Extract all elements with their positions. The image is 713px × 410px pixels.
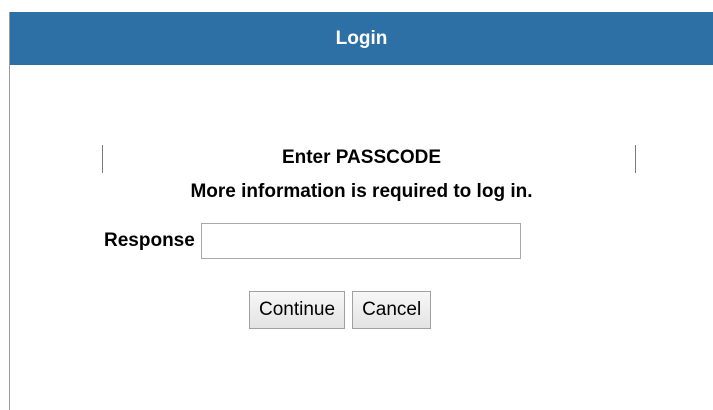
passcode-prompt-title: Enter PASSCODE bbox=[281, 147, 442, 168]
cancel-button[interactable]: Cancel bbox=[352, 291, 432, 329]
response-input[interactable] bbox=[200, 223, 521, 259]
login-window: Login Enter PASSCODE More information is… bbox=[9, 12, 713, 410]
response-row: Response bbox=[104, 222, 521, 260]
response-label: Response bbox=[104, 230, 195, 251]
button-row: Continue Cancel bbox=[249, 291, 438, 329]
continue-button[interactable]: Continue bbox=[249, 291, 346, 329]
info-message: More information is required to log in. bbox=[190, 181, 533, 202]
window-title: Login bbox=[10, 12, 713, 65]
